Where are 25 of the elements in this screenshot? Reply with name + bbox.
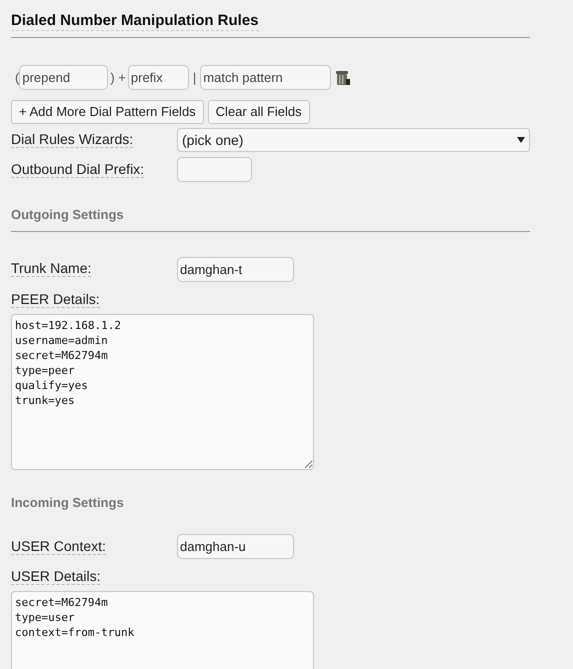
field-label: USER Context: (11, 538, 106, 554)
plus-text: ) + (110, 68, 126, 87)
action-button[interactable]: + Add More Dial Pattern Fields (11, 100, 204, 124)
trash-icon[interactable] (335, 69, 352, 86)
peer-details-field[interactable]: host=192.168.1.2 username=admin secret=M62794m type=peer qualify=yes trunk=yes (11, 314, 314, 470)
field-label: PEER Details: (11, 290, 100, 308)
field-label: Outbound Dial Prefix: (11, 160, 144, 178)
section-heading: Incoming Settings (11, 494, 125, 512)
paren-text: ( (15, 68, 20, 87)
prepend-field[interactable]: prepend (19, 65, 108, 90)
match-pattern-field[interactable]: match pattern (200, 65, 332, 90)
prefix-input[interactable] (177, 157, 252, 182)
user-details-field[interactable]: secret=M62794m type=user context=from-trunk (11, 591, 314, 669)
trunk-name-field[interactable]: damghan-t (177, 256, 294, 282)
wizard-dropdown[interactable]: (pick one) (177, 128, 530, 152)
action-button[interactable]: Clear all Fields (208, 100, 310, 124)
field-label: USER Details: (11, 568, 100, 585)
prefix-field[interactable]: prefix (128, 65, 189, 90)
separator-text: | (192, 68, 196, 87)
section-heading: Outgoing Settings (11, 206, 125, 224)
field-label: Trunk Name: (11, 260, 92, 277)
dropdown-arrow-icon (517, 137, 525, 143)
field-label: Dial Rules Wizards: (11, 131, 134, 148)
page-title: Dialed Number Manipulation Rules (11, 11, 259, 31)
user-context-field[interactable]: damghan-u (177, 534, 294, 559)
